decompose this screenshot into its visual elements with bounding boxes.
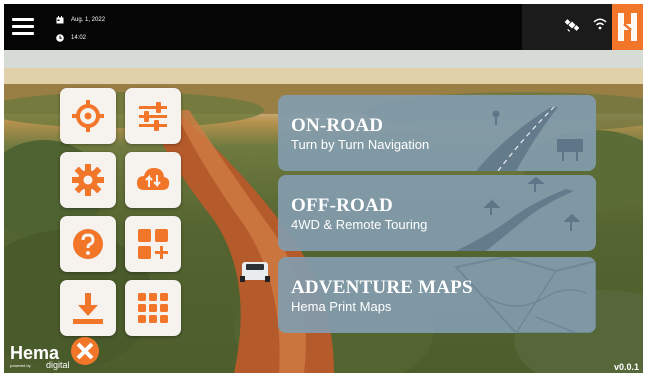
calendar-icon xyxy=(56,16,64,24)
tile-download[interactable] xyxy=(60,280,116,336)
hema-x-emblem-icon xyxy=(71,337,99,365)
gear-icon xyxy=(72,164,104,196)
grid-icon xyxy=(138,293,168,323)
connectivity-panel xyxy=(522,4,612,50)
top-bar: Aug. 1, 2022 14:02 xyxy=(4,4,643,50)
hamburger-menu-icon[interactable] xyxy=(12,16,34,36)
date-display: Aug. 1, 2022 xyxy=(56,14,105,26)
clock-icon xyxy=(56,34,64,42)
tile-settings[interactable] xyxy=(60,152,116,208)
adventure-maps-card[interactable]: ADVENTURE MAPS Hema Print Maps xyxy=(278,257,596,333)
highway-road-icon xyxy=(476,106,583,171)
hema-x-digital-logo: Hema powered by digital xyxy=(8,332,100,372)
logo-tagline: powered by xyxy=(10,363,31,368)
satellite-icon xyxy=(565,19,579,32)
sliders-icon xyxy=(139,102,167,131)
cloud-sync-icon xyxy=(137,168,170,190)
winding-track-icon xyxy=(456,176,581,251)
wifi-icon xyxy=(593,18,607,30)
tile-gps-locate[interactable] xyxy=(60,88,116,144)
adventure-maps-title: ADVENTURE MAPS xyxy=(291,277,473,298)
logo-digital: digital xyxy=(46,360,70,370)
time-display: 14:02 xyxy=(56,32,86,44)
off-road-title: OFF-ROAD xyxy=(291,195,393,216)
off-road-subtitle: 4WD & Remote Touring xyxy=(291,217,428,232)
time-text: 14:02 xyxy=(71,35,87,41)
question-icon xyxy=(73,229,103,259)
tile-app-grid[interactable] xyxy=(125,280,181,336)
crosshair-icon xyxy=(72,100,104,132)
grid-plus-icon xyxy=(138,229,168,259)
on-road-title: ON-ROAD xyxy=(291,115,384,136)
on-road-subtitle: Turn by Turn Navigation xyxy=(291,137,430,152)
version-label: v0.0.1 xyxy=(614,362,640,372)
off-road-card[interactable]: OFF-ROAD 4WD & Remote Touring xyxy=(278,175,596,251)
date-text: Aug. 1, 2022 xyxy=(71,17,106,23)
app-frame: Aug. 1, 2022 14:02 ON-ROAD Turn by Turn … xyxy=(0,0,647,377)
adventure-maps-subtitle: Hema Print Maps xyxy=(291,299,392,314)
tile-add-apps[interactable] xyxy=(125,216,181,272)
download-icon xyxy=(73,293,103,324)
hema-h-logo-icon[interactable] xyxy=(612,4,643,50)
tile-cloud-sync[interactable] xyxy=(125,152,181,208)
tile-settings-sliders[interactable] xyxy=(125,88,181,144)
on-road-card[interactable]: ON-ROAD Turn by Turn Navigation xyxy=(278,95,596,171)
tile-help[interactable] xyxy=(60,216,116,272)
